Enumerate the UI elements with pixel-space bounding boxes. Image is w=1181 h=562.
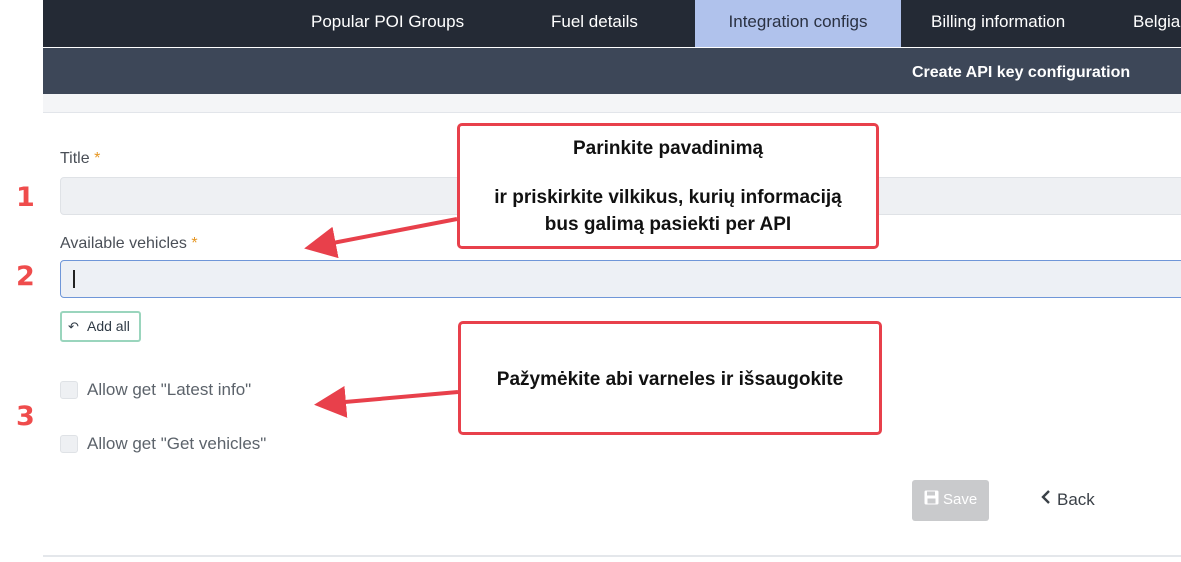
latest-info-checkbox[interactable]	[60, 381, 78, 399]
page-title: Create API key configuration	[912, 64, 1131, 81]
title-label-text: Title	[60, 150, 90, 167]
callout-checkboxes: Pažymėkite abi varneles ir išsaugokite	[458, 321, 882, 435]
get-vehicles-label: Allow get "Get vehicles"	[87, 434, 267, 453]
reply-all-icon: ↶	[68, 319, 79, 334]
header-divider	[43, 94, 1181, 113]
callout-line-2: ir priskirkite vilkikus, kurių informaci…	[494, 187, 842, 208]
tab-fuel-details[interactable]: Fuel details	[551, 0, 638, 47]
vehicles-label-text: Available vehicles	[60, 235, 187, 252]
back-button[interactable]: Back	[1041, 489, 1095, 510]
save-label: Save	[943, 491, 978, 508]
vehicles-input[interactable]	[60, 260, 1181, 298]
tab-integration-configs[interactable]: Integration configs	[695, 0, 901, 47]
arrow-to-vehicles	[304, 217, 458, 259]
save-button[interactable]: Save	[912, 480, 989, 521]
latest-info-label: Allow get "Latest info"	[87, 380, 252, 399]
add-all-button[interactable]: ↶ Add all	[60, 311, 141, 342]
required-mark: *	[94, 150, 101, 167]
get-vehicles-checkbox[interactable]	[60, 435, 78, 453]
arrow-to-checkboxes	[314, 385, 459, 418]
vehicles-label: Available vehicles *	[60, 235, 198, 253]
step-number-3: 3	[16, 401, 35, 432]
tab-belgia[interactable]: Belgia	[1133, 0, 1180, 47]
add-all-label: Add all	[87, 318, 130, 334]
back-label: Back	[1057, 490, 1095, 509]
step-number-1: 1	[16, 182, 35, 213]
callout-name-and-vehicles: Parinkite pavadinimą ir priskirkite vilk…	[457, 123, 879, 249]
callout-text: Pažymėkite abi varneles ir išsaugokite	[496, 369, 844, 390]
tab-billing-information[interactable]: Billing information	[931, 0, 1065, 47]
title-label: Title *	[60, 150, 100, 168]
step-number-2: 2	[16, 261, 35, 292]
top-navigation: Popular POI Groups Fuel details Integrat…	[43, 0, 1181, 47]
floppy-disk-icon	[924, 490, 939, 509]
chevron-left-icon	[1041, 489, 1051, 510]
callout-line-3: bus galimą pasiekti per API	[544, 214, 792, 235]
text-caret	[73, 270, 75, 288]
required-mark: *	[191, 235, 198, 252]
tab-popular-poi-groups[interactable]: Popular POI Groups	[311, 0, 464, 47]
page-header: Create API key configuration	[43, 48, 1181, 94]
footer-divider	[43, 555, 1181, 557]
callout-line-1: Parinkite pavadinimą	[572, 138, 764, 159]
